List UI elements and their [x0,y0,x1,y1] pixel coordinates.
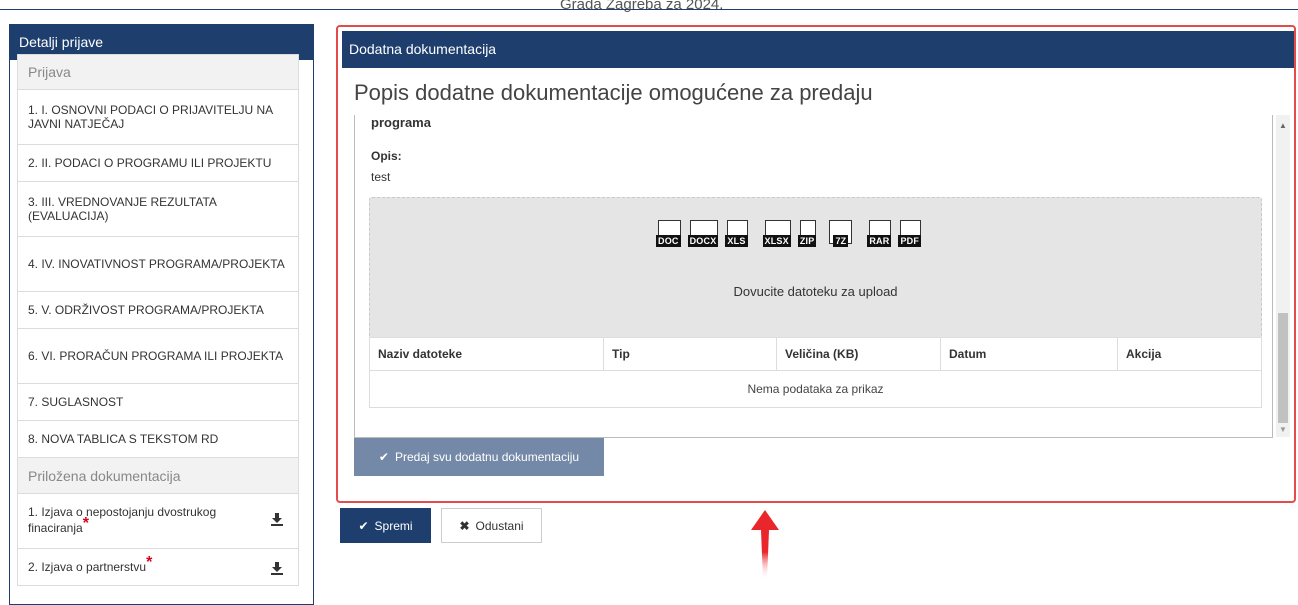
doc-label: 2. Izjava o partnerstvu [28,560,147,574]
sidebar-item-3[interactable]: 3. III. VREDNOVANJE REZULTATA (EVALUACIJ… [17,182,299,237]
sidebar-item-6[interactable]: 6. VI. PRORAČUN PROGRAMA ILI PROJEKTA [17,329,299,384]
col-file-name[interactable]: Naziv datoteke [369,337,604,371]
scroll-up-arrow-icon[interactable]: ▲ [1279,121,1287,130]
rar-file-icon: RAR [867,220,892,247]
download-icon[interactable] [270,512,284,526]
document-name-cut: programa [371,115,431,130]
cancel-label: Odustani [475,518,524,533]
sidebar-item-1[interactable]: 1. I. OSNOVNI PODACI O PRIJAVITELJU NA J… [17,90,299,145]
sidebar-item-7[interactable]: 7. SUGLASNOST [17,384,299,421]
upload-dropzone[interactable]: DOC DOCX XLS XLSX ZIP 7Z RAR PDF Dovucit… [369,197,1262,339]
7z-file-icon: 7Z [829,220,853,247]
doc-label: 1. Izjava o nepostojanju dvostrukog fina… [28,505,217,535]
scroll-down-arrow-icon[interactable]: ▼ [1279,425,1287,434]
red-arrow-icon [751,510,779,580]
sidebar-section-prijava: Prijava [17,54,299,90]
additional-docs-modal: Dodatna dokumentacija Popis dodatne doku… [336,25,1296,503]
modal-scroll-area[interactable]: programa Opis: test DOC DOCX XLS XLSX ZI… [354,115,1273,438]
check-icon: ✔ [378,450,389,464]
description-value: test [371,170,391,184]
col-type[interactable]: Tip [603,337,777,371]
zip-file-icon: ZIP [797,220,817,247]
required-mark: * [146,554,153,571]
doc-file-icon: DOC [656,220,681,247]
file-type-icons: DOC DOCX XLS XLSX ZIP 7Z RAR PDF [656,220,922,247]
table-row: Nema podataka za prikaz [370,371,1262,408]
close-icon: ✖ [459,518,470,533]
files-table: Naziv datoteke Tip Veličina (KB) Datum A… [369,337,1262,408]
xls-file-icon: XLS [725,220,748,247]
sidebar-item-2[interactable]: 2. II. PODACI O PROGRAMU ILI PROJEKTU [17,145,299,182]
sidebar-section-docs: Priložena dokumentacija [17,458,299,494]
xlsx-file-icon: XLSX [762,220,791,247]
dropzone-text: Dovucite datoteku za upload [733,284,898,299]
modal-scrollbar[interactable]: ▲ ▼ [1276,115,1290,437]
sidebar-doc-1[interactable]: 1. Izjava o nepostojanju dvostrukog fina… [17,494,299,549]
col-size[interactable]: Veličina (KB) [776,337,941,371]
required-mark: * [82,515,89,532]
scrollbar-thumb[interactable] [1278,313,1288,423]
sidebar-item-8[interactable]: 8. NOVA TABLICA S TEKSTOM RD [17,421,299,458]
col-date[interactable]: Datum [940,337,1118,371]
description-label: Opis: [371,149,402,163]
save-button[interactable]: ✔ Spremi [340,508,431,543]
cancel-button[interactable]: ✖ Odustani [441,508,542,543]
col-action[interactable]: Akcija [1117,337,1262,371]
submit-all-docs-button[interactable]: ✔ Predaj svu dodatnu dokumentaciju [354,438,604,476]
sidebar-item-4[interactable]: 4. IV. INOVATIVNOST PROGRAMA/PROJEKTA [17,237,299,292]
sidebar-item-5[interactable]: 5. V. ODRŽIVOST PROGRAMA/PROJEKTA [17,292,299,329]
page-heading-cut: Grada Zagreba za 2024. [560,0,724,13]
empty-table-message: Nema podataka za prikaz [747,382,884,396]
pdf-file-icon: PDF [898,220,922,247]
modal-header: Dodatna dokumentacija [342,31,1294,68]
docx-file-icon: DOCX [687,220,719,247]
download-icon[interactable] [270,561,284,575]
sidebar-list: Prijava 1. I. OSNOVNI PODACI O PRIJAVITE… [17,54,299,586]
modal-title: Popis dodatne dokumentacije omogućene za… [354,80,873,105]
sidebar-doc-2[interactable]: 2. Izjava o partnerstvu* [17,549,299,586]
submit-all-label: Predaj svu dodatnu dokumentaciju [394,450,580,464]
save-label: Spremi [374,518,413,533]
check-icon: ✔ [358,518,369,533]
